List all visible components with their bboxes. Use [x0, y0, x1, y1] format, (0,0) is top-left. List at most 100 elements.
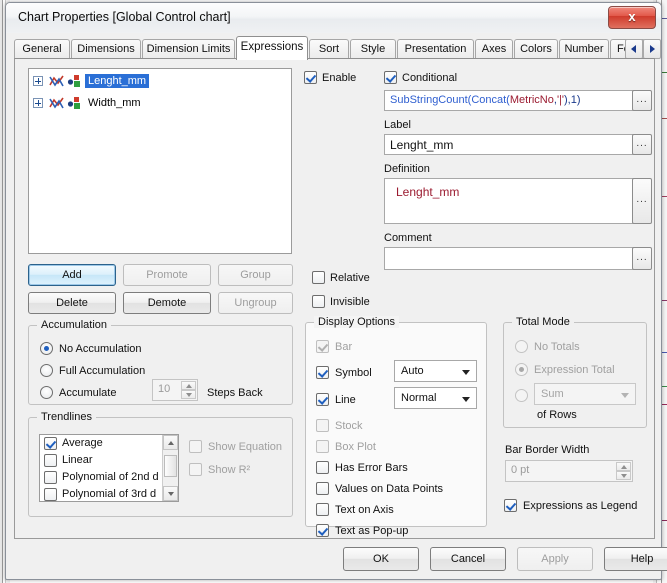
radio-no-totals[interactable]	[515, 340, 528, 353]
trendlines-list[interactable]: Average Linear Polynomial of 2nd d Polyn…	[39, 434, 179, 502]
checkbox-average[interactable]	[44, 437, 57, 450]
stepper-buttons[interactable]	[616, 462, 631, 480]
caret-up-icon	[620, 464, 627, 469]
radio-aggregation[interactable]	[515, 389, 528, 402]
definition-input[interactable]: Lenght_mm	[384, 178, 636, 224]
apply-button[interactable]: Apply	[517, 547, 593, 571]
trendlines-scrollbar[interactable]	[162, 435, 178, 501]
no-totals-label: No Totals	[534, 341, 580, 353]
cancel-button[interactable]: Cancel	[430, 547, 506, 571]
checkbox-box-plot[interactable]	[316, 440, 329, 453]
checkbox-line[interactable]	[316, 393, 329, 406]
stepper-down-button[interactable]	[616, 471, 631, 480]
tab-sort[interactable]: Sort	[309, 39, 349, 58]
caret-down-icon	[185, 392, 192, 397]
tab-style[interactable]: Style	[350, 39, 396, 58]
group-button[interactable]: Group	[218, 264, 293, 286]
show-r2-label: Show R²	[208, 464, 251, 476]
radio-no-accumulation[interactable]	[40, 342, 53, 355]
tab-expressions[interactable]: Expressions	[236, 36, 308, 60]
tree-row[interactable]: Lenght_mm	[33, 72, 291, 91]
steps-back-stepper[interactable]: 10	[152, 379, 198, 401]
delete-button[interactable]: Delete	[28, 292, 116, 314]
list-item[interactable]: Polynomial of 2nd d	[40, 469, 178, 486]
checkbox-text-on-axis[interactable]	[316, 503, 329, 516]
label-browse-button[interactable]: ...	[632, 134, 652, 155]
comment-caption: Comment	[384, 232, 432, 244]
list-item[interactable]: Polynomial of 3rd d	[40, 486, 178, 501]
label-caption: Label	[384, 119, 411, 131]
expression-tree[interactable]: Lenght_mm Width_mm	[28, 68, 292, 254]
conditional-expression-input[interactable]: SubStringCount(Concat(MetricNo,'|'),1)	[384, 90, 636, 111]
checkbox-text-as-popup[interactable]	[316, 524, 329, 537]
checkbox-conditional[interactable]	[384, 71, 397, 84]
expand-icon[interactable]	[33, 76, 43, 86]
checkbox-polynomial-2nd[interactable]	[44, 471, 57, 484]
demote-button[interactable]: Demote	[123, 292, 211, 314]
checkbox-enable[interactable]	[304, 71, 317, 84]
tab-presentation[interactable]: Presentation	[397, 39, 474, 58]
tree-item-label: Lenght_mm	[85, 74, 150, 88]
checkbox-polynomial-3rd[interactable]	[44, 488, 57, 501]
definition-caption: Definition	[384, 163, 430, 175]
label-input[interactable]: Lenght_mm	[384, 134, 636, 155]
checkbox-relative[interactable]	[312, 271, 325, 284]
scroll-up-button[interactable]	[163, 435, 178, 450]
tab-dimension-limits[interactable]: Dimension Limits	[142, 39, 235, 58]
tab-number[interactable]: Number	[559, 39, 609, 58]
expand-icon[interactable]	[33, 98, 43, 108]
tab-axes[interactable]: Axes	[475, 39, 513, 58]
list-item[interactable]: Average	[40, 435, 178, 452]
stepper-down-button[interactable]	[181, 390, 196, 399]
list-item[interactable]: Linear	[40, 452, 178, 469]
radio-full-accumulation[interactable]	[40, 364, 53, 377]
checkbox-show-equation[interactable]	[189, 440, 202, 453]
checkbox-linear[interactable]	[44, 454, 57, 467]
definition-browse-button[interactable]: ...	[632, 178, 652, 224]
symbol-select[interactable]: Auto	[394, 360, 477, 382]
checkbox-bar[interactable]	[316, 340, 329, 353]
ungroup-button[interactable]: Ungroup	[218, 292, 293, 314]
caret-up-icon	[185, 383, 192, 388]
stepper-up-button[interactable]	[181, 381, 196, 390]
radio-accumulate[interactable]	[40, 386, 53, 399]
values-on-data-points-label: Values on Data Points	[335, 483, 444, 495]
tree-row[interactable]: Width_mm	[33, 94, 291, 113]
no-accumulation-label: No Accumulation	[59, 343, 142, 355]
ok-button[interactable]: OK	[343, 547, 419, 571]
checkbox-expressions-as-legend[interactable]	[504, 499, 517, 512]
checkbox-values-on-data-points[interactable]	[316, 482, 329, 495]
add-button[interactable]: Add	[28, 264, 116, 286]
help-button[interactable]: Help	[604, 547, 667, 571]
stepper-buttons[interactable]	[181, 381, 196, 399]
scrollbar-thumb[interactable]	[164, 455, 177, 477]
radio-expression-total[interactable]	[515, 363, 528, 376]
promote-button[interactable]: Promote	[123, 264, 211, 286]
tab-scroll-right-button[interactable]	[643, 39, 661, 59]
close-button[interactable]: x	[608, 6, 656, 29]
comment-input[interactable]	[384, 247, 636, 270]
text-on-axis-label: Text on Axis	[335, 504, 394, 516]
checkbox-invisible[interactable]	[312, 295, 325, 308]
bar-border-width-stepper[interactable]: 0 pt	[505, 460, 633, 482]
conditional-expression-browse-button[interactable]: ...	[632, 90, 652, 111]
tab-colors[interactable]: Colors	[514, 39, 558, 58]
dialog-titlebar[interactable]: Chart Properties [Global Control chart] …	[6, 3, 661, 33]
line-select[interactable]: Normal	[394, 387, 477, 409]
tab-general[interactable]: General	[14, 39, 70, 58]
checkbox-show-r2[interactable]	[189, 463, 202, 476]
scroll-down-button[interactable]	[163, 486, 178, 501]
checkbox-symbol[interactable]	[316, 366, 329, 379]
aggregation-select[interactable]: Sum	[534, 383, 636, 405]
enable-label: Enable	[322, 72, 357, 84]
tab-scroll-left-button[interactable]	[625, 39, 643, 59]
checkbox-has-error-bars[interactable]	[316, 461, 329, 474]
steps-back-label: Steps Back	[207, 387, 263, 399]
stepper-up-button[interactable]	[616, 462, 631, 471]
comment-browse-button[interactable]: ...	[632, 247, 652, 270]
chart-properties-dialog: Chart Properties [Global Control chart] …	[5, 2, 667, 580]
chevron-right-icon	[650, 45, 655, 53]
chevron-left-icon	[631, 45, 636, 53]
checkbox-stock[interactable]	[316, 419, 329, 432]
tab-dimensions[interactable]: Dimensions	[71, 39, 141, 58]
